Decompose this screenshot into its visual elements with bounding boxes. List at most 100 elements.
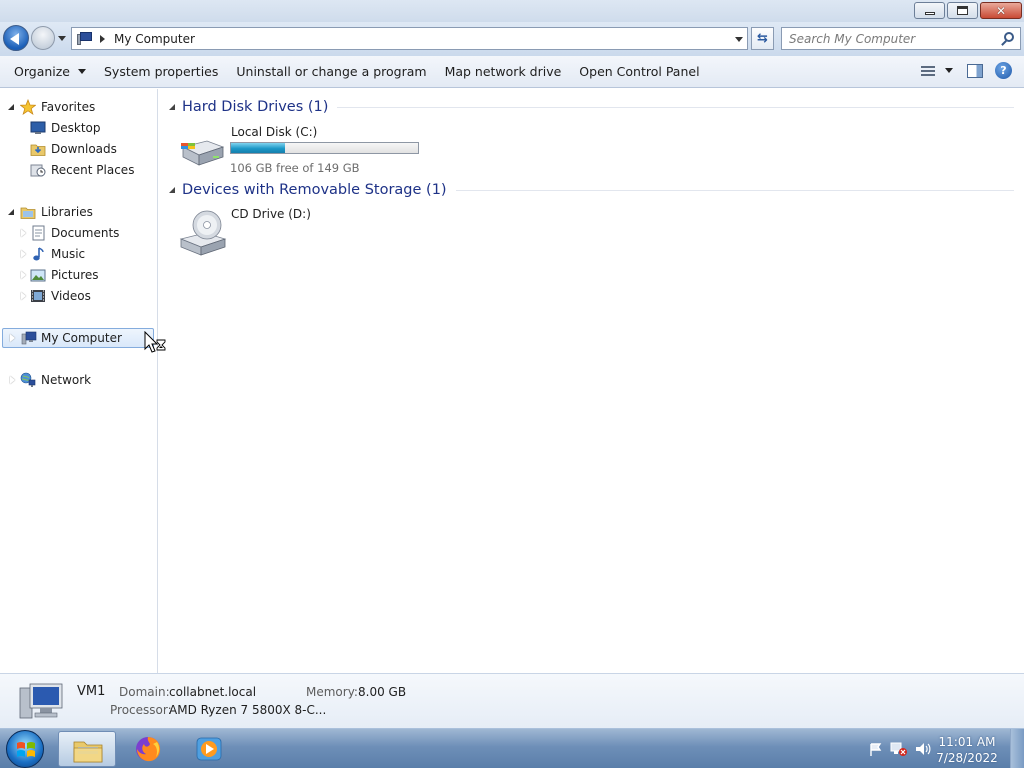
group-title-hard-disks: Hard Disk Drives (1) — [182, 99, 329, 115]
nav-item-my-computer[interactable]: My Computer — [2, 328, 154, 348]
collapse-arrow-icon[interactable] — [8, 104, 14, 110]
volume-icon[interactable] — [914, 741, 932, 757]
expand-arrow-icon[interactable] — [10, 376, 15, 384]
nav-item-music[interactable]: Music — [0, 244, 158, 264]
drive-usage-bar — [230, 142, 419, 154]
memory-label: Memory: — [306, 685, 358, 699]
search-icon[interactable] — [1004, 32, 1014, 42]
change-view-icon[interactable] — [919, 64, 937, 78]
taskbar-explorer-button[interactable] — [58, 731, 116, 767]
collapse-arrow-icon[interactable] — [169, 187, 175, 193]
collapse-arrow-icon[interactable] — [8, 209, 14, 215]
taskbar: 11:01 AM 7/28/2022 — [0, 728, 1024, 768]
nav-label-network: Network — [41, 373, 92, 387]
nav-label-music: Music — [51, 247, 86, 261]
action-center-icon[interactable] — [868, 742, 884, 758]
show-desktop-button[interactable] — [1010, 729, 1024, 768]
system-properties-button[interactable]: System properties — [95, 56, 227, 87]
nav-item-videos[interactable]: Videos — [0, 286, 158, 306]
firefox-icon — [136, 737, 161, 762]
clock[interactable]: 11:01 AM 7/28/2022 — [936, 734, 998, 766]
start-button[interactable] — [6, 730, 44, 768]
search-box[interactable] — [781, 27, 1021, 50]
back-button[interactable] — [3, 25, 29, 51]
uninstall-program-button[interactable]: Uninstall or change a program — [227, 56, 435, 87]
collapse-arrow-icon[interactable] — [169, 104, 175, 110]
expand-arrow-icon[interactable] — [21, 292, 26, 300]
minimize-icon — [924, 12, 935, 15]
content-pane: Hard Disk Drives (1) Local Disk (C:) 106… — [159, 89, 1024, 673]
computer-icon — [77, 31, 93, 46]
nav-item-network[interactable]: Network — [0, 370, 158, 390]
map-network-drive-button[interactable]: Map network drive — [436, 56, 571, 87]
group-header-hard-disks[interactable]: Hard Disk Drives (1) — [169, 97, 1014, 117]
nav-label-libraries: Libraries — [41, 205, 93, 219]
taskbar-media-player-button[interactable] — [180, 731, 238, 767]
nav-label-desktop: Desktop — [51, 121, 101, 135]
refresh-button[interactable]: ⇆ — [751, 27, 774, 50]
computer-icon — [21, 331, 37, 345]
expand-arrow-icon[interactable] — [21, 271, 26, 279]
pictures-icon — [30, 269, 46, 282]
nav-item-documents[interactable]: Documents — [0, 223, 158, 243]
nav-label-my-computer: My Computer — [41, 331, 122, 345]
open-control-panel-button[interactable]: Open Control Panel — [570, 56, 708, 87]
domain-value: collabnet.local — [169, 685, 257, 699]
expand-arrow-icon[interactable] — [10, 334, 15, 342]
chevron-down-icon — [78, 69, 86, 74]
view-options-dropdown[interactable] — [945, 68, 953, 73]
refresh-icon: ⇆ — [757, 31, 768, 46]
group-divider — [337, 106, 1014, 108]
nav-item-desktop[interactable]: Desktop — [0, 118, 158, 138]
restore-icon — [957, 6, 968, 15]
close-icon: ✕ — [995, 3, 1007, 18]
documents-icon — [32, 225, 45, 241]
address-dropdown-icon[interactable] — [735, 37, 743, 42]
nav-item-favorites[interactable]: Favorites — [0, 97, 158, 117]
breadcrumb-chevron-icon[interactable] — [100, 34, 105, 43]
clock-date: 7/28/2022 — [936, 751, 998, 765]
expand-arrow-icon[interactable] — [21, 229, 26, 237]
domain-label: Domain: — [119, 685, 170, 699]
folder-icon — [73, 741, 103, 763]
nav-label-favorites: Favorites — [41, 100, 96, 114]
address-row: My Computer ⇆ — [0, 22, 1024, 56]
nav-item-pictures[interactable]: Pictures — [0, 265, 158, 285]
nav-item-recent-places[interactable]: Recent Places — [0, 160, 158, 180]
address-bar[interactable]: My Computer — [71, 27, 748, 50]
recent-pages-dropdown[interactable] — [58, 36, 66, 41]
network-icon — [20, 372, 36, 387]
back-arrow-icon — [10, 33, 19, 45]
minimize-button[interactable] — [914, 2, 945, 19]
forward-button[interactable] — [31, 26, 55, 50]
media-player-icon — [196, 737, 222, 761]
processor-value: AMD Ryzen 7 5800X 8-C... — [169, 703, 327, 717]
expand-arrow-icon[interactable] — [21, 250, 26, 258]
close-button[interactable]: ✕ — [980, 2, 1022, 19]
organize-menu[interactable]: Organize — [0, 56, 95, 87]
breadcrumb-location[interactable]: My Computer — [114, 32, 195, 46]
libraries-icon — [20, 207, 36, 219]
network-status-icon[interactable] — [890, 741, 908, 757]
nav-item-downloads[interactable]: Downloads — [0, 139, 158, 159]
group-title-removable: Devices with Removable Storage (1) — [182, 182, 447, 198]
command-bar: Organize System properties Uninstall or … — [0, 56, 1024, 88]
nav-item-libraries[interactable]: Libraries — [0, 202, 158, 222]
navigation-pane: Favorites Desktop Downloads Recent Place… — [0, 89, 158, 673]
title-bar: ✕ — [0, 0, 1024, 22]
memory-value: 8.00 GB — [358, 685, 407, 699]
help-icon[interactable]: ? — [995, 62, 1012, 79]
drive-local-disk-c[interactable]: Local Disk (C:) 106 GB free of 149 GB — [175, 123, 445, 175]
drive-cd-d[interactable]: CD Drive (D:) — [175, 207, 375, 257]
drive-free-space-c: 106 GB free of 149 GB — [230, 161, 360, 175]
organize-label: Organize — [14, 64, 70, 79]
group-header-removable[interactable]: Devices with Removable Storage (1) — [169, 180, 1014, 200]
maximize-button[interactable] — [947, 2, 978, 19]
computer-name: VM1 — [77, 684, 106, 699]
nav-label-downloads: Downloads — [51, 142, 117, 156]
search-input[interactable] — [782, 28, 992, 49]
preview-pane-icon[interactable] — [967, 63, 983, 78]
taskbar-firefox-button[interactable] — [120, 731, 178, 767]
busy-cursor-icon — [144, 331, 166, 353]
window-controls: ✕ — [912, 2, 1022, 19]
